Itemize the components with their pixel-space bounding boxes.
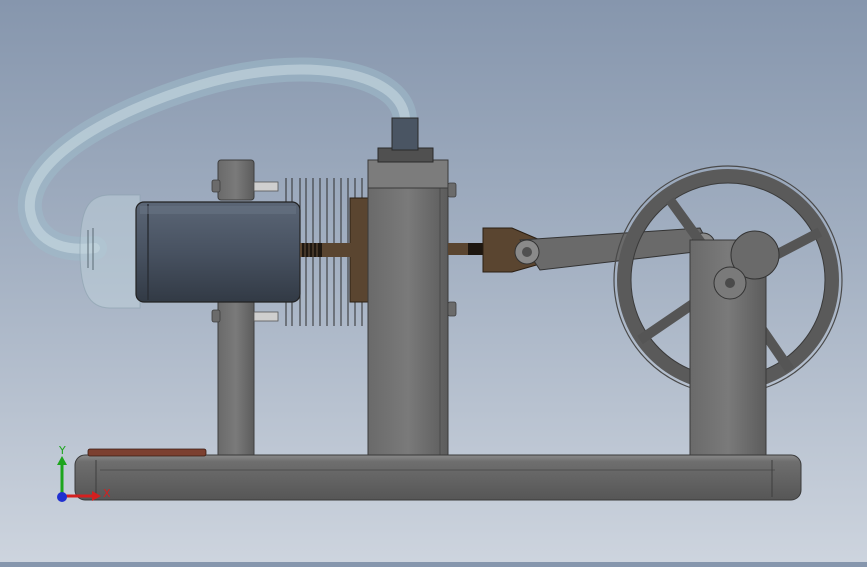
glass-dome — [79, 194, 141, 309]
burner-pad — [87, 448, 207, 457]
y-axis-label: Y — [58, 444, 66, 457]
threaded-rod — [300, 243, 370, 257]
x-axis-label: X — [103, 487, 111, 500]
flywheel-support[interactable] — [689, 230, 780, 457]
rod-thread — [468, 243, 484, 255]
base-plate[interactable] — [74, 454, 802, 501]
hose-nozzle — [377, 117, 434, 163]
displacer-cylinder[interactable] — [135, 201, 301, 303]
center-housing[interactable] — [367, 159, 457, 457]
cad-viewport[interactable]: Y X — [0, 0, 867, 562]
crank-pin — [713, 266, 747, 300]
